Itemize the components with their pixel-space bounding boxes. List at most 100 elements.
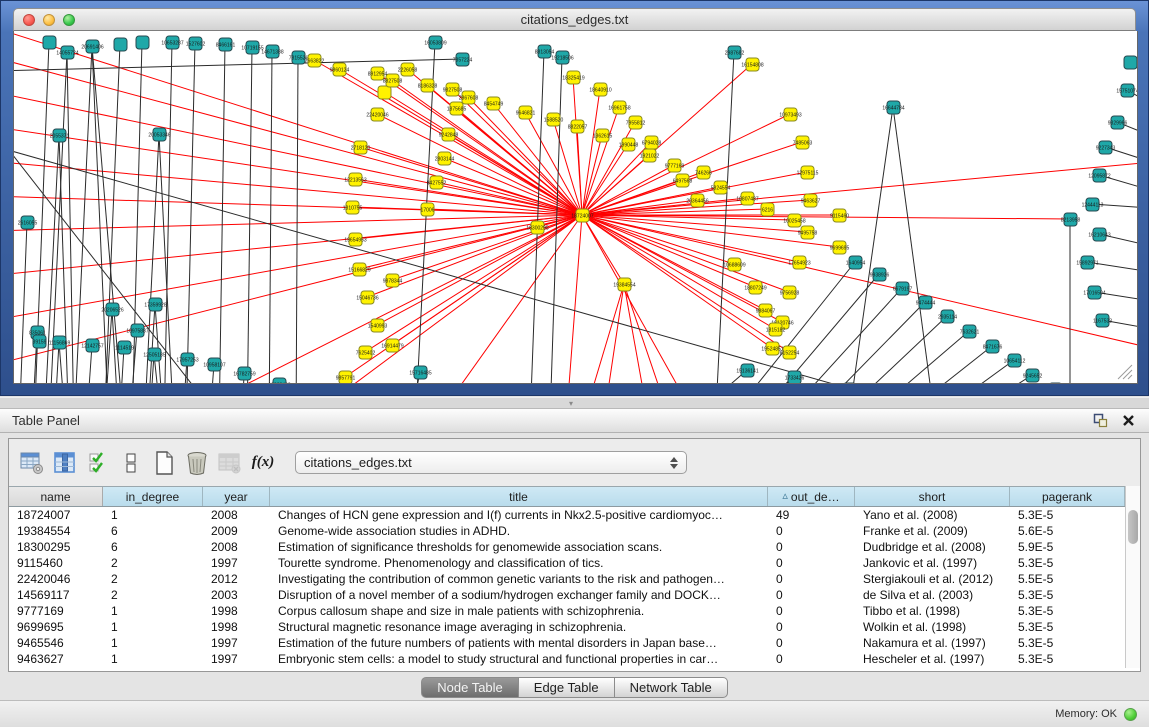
network-node[interactable]: 1362615: [593, 129, 613, 142]
network-node[interactable]: 22420046: [366, 108, 388, 121]
scrollbar-thumb[interactable]: [1128, 510, 1138, 544]
network-node[interactable]: 16961758: [608, 101, 630, 114]
network-node[interactable]: 746266: [695, 166, 712, 179]
table-row[interactable]: 946554611997Estimation of the future num…: [9, 635, 1140, 651]
network-node[interactable]: 11156869: [49, 336, 71, 349]
network-node[interactable]: 7625402: [356, 346, 376, 359]
table-row[interactable]: 977716911998Corpus callosum shape and si…: [9, 603, 1140, 619]
network-node[interactable]: 20206526: [101, 303, 123, 316]
network-node[interactable]: 2803144: [435, 152, 455, 165]
network-node[interactable]: 12213563: [344, 173, 366, 186]
table-vertical-scrollbar[interactable]: [1125, 486, 1140, 668]
network-node[interactable]: 16644784: [882, 101, 904, 114]
table-row[interactable]: 2242004622012Investigating the contribut…: [9, 571, 1140, 587]
show-column-icon[interactable]: [50, 448, 80, 478]
network-node[interactable]: 9474444: [916, 296, 936, 309]
network-node[interactable]: 12505185: [143, 348, 165, 361]
function-builder-icon[interactable]: f(x): [248, 448, 278, 478]
float-panel-icon[interactable]: [1091, 413, 1109, 429]
network-node[interactable]: 2055371: [50, 129, 70, 142]
network-node[interactable]: 14055724: [56, 46, 78, 59]
network-node[interactable]: 1733426: [785, 371, 805, 383]
network-node[interactable]: 9646821: [516, 106, 536, 119]
network-node[interactable]: 8186328: [418, 79, 438, 92]
table-row[interactable]: 1872400712008Changes of HCN gene express…: [9, 507, 1140, 523]
table-select-combobox[interactable]: citations_edges.txt: [295, 451, 687, 474]
network-node[interactable]: 12975115: [797, 166, 819, 179]
network-node[interactable]: 17957253: [176, 353, 198, 366]
network-node[interactable]: 10807487: [736, 192, 758, 205]
table-options-icon[interactable]: [17, 448, 47, 478]
column-header-5[interactable]: short: [855, 487, 1010, 506]
network-node[interactable]: 9756928: [780, 286, 800, 299]
network-node[interactable]: 17016504: [1083, 286, 1105, 299]
network-node[interactable]: 15046736: [356, 291, 378, 304]
network-node[interactable]: 1114519: [115, 341, 134, 354]
network-node[interactable]: [136, 36, 149, 49]
network-node[interactable]: 1810755: [343, 201, 363, 214]
tab-edge-table[interactable]: Edge Table: [519, 677, 615, 698]
network-node[interactable]: 12095872: [1088, 169, 1110, 182]
network-node[interactable]: 17359928: [144, 298, 166, 311]
network-node[interactable]: 1167533: [1093, 314, 1112, 327]
network-node[interactable]: 14671388: [261, 45, 283, 58]
resize-grip-icon[interactable]: [1118, 365, 1132, 379]
network-node[interactable]: 10973493: [779, 108, 801, 121]
column-header-0[interactable]: name: [9, 487, 103, 506]
network-node[interactable]: 16154808: [741, 58, 763, 71]
table-row[interactable]: 1938455462009Genome-wide association stu…: [9, 523, 1140, 539]
network-node[interactable]: 1921022: [640, 149, 660, 162]
network-node[interactable]: [114, 38, 127, 51]
column-header-3[interactable]: title: [270, 487, 768, 506]
close-panel-icon[interactable]: [1119, 413, 1137, 429]
tab-network-table[interactable]: Network Table: [615, 677, 728, 698]
minimize-window-button[interactable]: [43, 14, 55, 26]
memory-status-indicator[interactable]: [1124, 708, 1137, 721]
network-node[interactable]: 6679197: [893, 282, 913, 295]
network-node[interactable]: 7485063: [793, 136, 813, 149]
network-node[interactable]: 15751074: [1116, 84, 1137, 97]
network-node[interactable]: 6497568: [673, 174, 693, 187]
network-node[interactable]: 9463627: [801, 194, 821, 207]
table-row[interactable]: 1830029562008Estimation of significance …: [9, 539, 1140, 555]
network-node[interactable]: 9884067: [756, 304, 776, 317]
network-node[interactable]: 16210643: [1088, 228, 1110, 241]
network-node[interactable]: 9699695: [830, 241, 850, 254]
table-row[interactable]: 911546021997Tourette syndrome. Phenomeno…: [9, 555, 1140, 571]
network-node[interactable]: 7663822: [305, 54, 325, 67]
network-node[interactable]: 9329966: [1108, 116, 1128, 129]
network-node[interactable]: 9245652: [1023, 369, 1043, 382]
network-node[interactable]: 7857224: [453, 53, 473, 66]
network-node[interactable]: 12142757: [81, 339, 103, 352]
column-header-6[interactable]: pagerank: [1010, 487, 1125, 506]
network-node[interactable]: 1640954: [846, 256, 866, 269]
network-node[interactable]: 9777169: [665, 159, 685, 172]
network-node[interactable]: 1990448: [619, 138, 639, 151]
table-row[interactable]: 1456911722003Disruption of a novel membe…: [9, 587, 1140, 603]
network-node[interactable]: 20691406: [81, 40, 103, 53]
zoom-window-button[interactable]: [63, 14, 75, 26]
network-node[interactable]: 8454749: [484, 97, 504, 110]
network-node[interactable]: 7955812: [626, 116, 646, 129]
network-node[interactable]: 15892971: [1076, 256, 1098, 269]
network-node[interactable]: 8152254: [780, 346, 800, 359]
column-header-1[interactable]: in_degree: [103, 487, 203, 506]
column-header-2[interactable]: year: [203, 487, 270, 506]
network-node[interactable]: 17654923: [788, 256, 810, 269]
network-node[interactable]: 2718120: [351, 141, 371, 154]
network-node[interactable]: [378, 86, 391, 99]
network-node[interactable]: 9938926: [870, 268, 890, 281]
network-node[interactable]: 9495758: [798, 226, 818, 239]
delete-rows-trash-icon[interactable]: [182, 448, 212, 478]
network-node[interactable]: 12444113: [1082, 198, 1104, 211]
network-node[interactable]: [1124, 56, 1137, 69]
network-node[interactable]: 10958107: [203, 358, 225, 371]
select-columns-icon[interactable]: [83, 448, 113, 478]
network-node[interactable]: 15136141: [736, 364, 758, 377]
new-document-icon[interactable]: [149, 448, 179, 478]
network-node[interactable]: 8822057: [568, 120, 588, 133]
network-node[interactable]: 2226058: [398, 63, 418, 76]
network-node[interactable]: 8213958: [1061, 213, 1081, 226]
network-node[interactable]: 18300295: [526, 221, 548, 234]
network-node[interactable]: 20053346: [148, 128, 170, 141]
